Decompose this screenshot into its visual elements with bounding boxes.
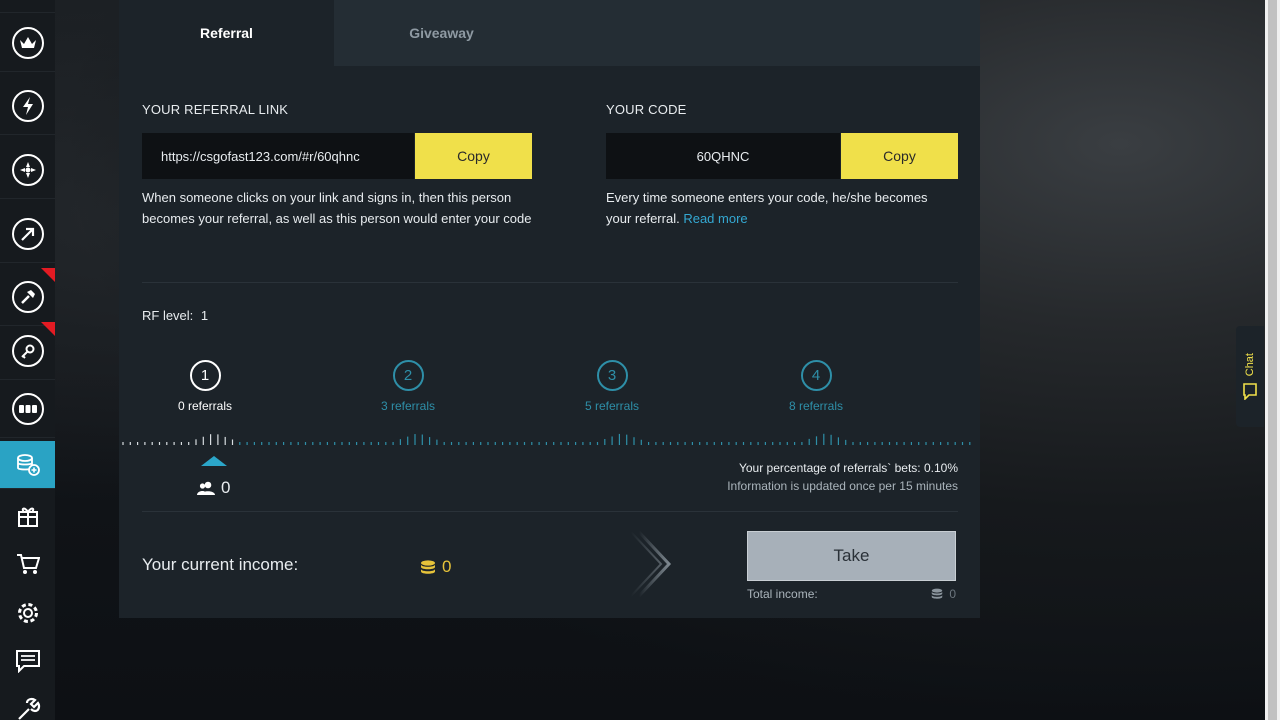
code-heading: YOUR CODE [606, 102, 687, 117]
current-income-value: 0 [442, 557, 452, 576]
sidebar-item-referral[interactable] [0, 441, 55, 489]
sidebar-item-cart[interactable] [0, 540, 55, 588]
referral-count-value: 0 [221, 478, 231, 497]
level-caption: 8 referrals [788, 399, 844, 413]
level-step-4: 4 8 referrals [756, 360, 876, 413]
total-income: Total income: 0 [747, 587, 956, 601]
level-step-2: 2 3 referrals [348, 360, 468, 413]
update-info: Information is updated once per 15 minut… [727, 479, 958, 493]
total-income-label: Total income: [747, 587, 818, 601]
referral-panel: Referral Giveaway YOUR REFERRAL LINK htt… [119, 0, 980, 618]
current-income: 0 [420, 557, 451, 577]
referral-count: 0 [197, 478, 230, 498]
level-caption: 0 referrals [177, 399, 233, 413]
sidebar-item-messages[interactable] [0, 637, 55, 685]
sidebar-item-top[interactable] [0, 0, 55, 13]
level-step-1: 1 0 referrals [145, 360, 265, 413]
level-number: 3 [596, 360, 628, 391]
new-badge-icon [41, 322, 55, 336]
referral-link-field[interactable]: https://csgofast123.com/#r/60qhnc [142, 133, 414, 179]
chat-list-icon [15, 650, 40, 673]
code-description: Every time someone enters your code, he/… [606, 187, 956, 229]
sidebar-item-hammer[interactable] [0, 268, 55, 326]
referral-percentage: Your percentage of referrals` bets: 0.10… [738, 461, 958, 475]
arrow-icon [11, 217, 44, 250]
chat-label: Chat [1244, 352, 1256, 377]
level-number: 4 [800, 360, 832, 391]
users-icon [197, 481, 215, 495]
sidebar-item-settings[interactable] [0, 589, 55, 637]
divider [142, 282, 958, 283]
copy-link-button[interactable]: Copy [415, 133, 532, 179]
lightning-icon [11, 89, 44, 122]
referral-link-description: When someone clicks on your link and sig… [142, 190, 532, 226]
take-button[interactable]: Take [747, 531, 956, 581]
sidebar-item-dots[interactable] [0, 380, 55, 438]
sidebar [0, 0, 55, 720]
sidebar-item-key[interactable] [0, 322, 55, 380]
code-field[interactable]: 60QHNC [606, 133, 840, 179]
gear-icon [17, 603, 38, 623]
level-progress-scale [122, 433, 971, 445]
tab-giveaway[interactable]: Giveaway [334, 0, 549, 66]
coins-add-icon [16, 453, 40, 476]
wrench-icon [17, 697, 40, 720]
gift-icon [17, 507, 38, 527]
level-number: 1 [189, 360, 221, 391]
read-more-link[interactable]: Read more [683, 211, 747, 226]
sidebar-item-gift[interactable] [0, 492, 55, 540]
sidebar-item-fan[interactable] [0, 141, 55, 199]
sidebar-item-tools[interactable] [0, 686, 55, 720]
tab-bar: Referral Giveaway [119, 0, 980, 66]
rf-level: RF level: 1 [142, 308, 208, 323]
level-caption: 5 referrals [584, 399, 640, 413]
chevron-right-icon [631, 530, 672, 598]
rf-level-label: RF level: [142, 308, 194, 323]
scrollbar[interactable] [1265, 0, 1280, 720]
tab-referral[interactable]: Referral [119, 0, 334, 66]
new-badge-icon [41, 268, 55, 282]
scrollbar-thumb[interactable] [1268, 0, 1277, 720]
total-income-value: 0 [949, 587, 956, 601]
hammer-icon [11, 280, 44, 313]
divider [142, 511, 958, 512]
chat-toggle[interactable]: Chat [1236, 326, 1264, 427]
level-step-3: 3 5 referrals [552, 360, 672, 413]
chat-bubble-icon [1243, 383, 1257, 401]
sidebar-item-crown[interactable] [0, 14, 55, 72]
key-icon [11, 334, 44, 367]
dots-icon [11, 392, 44, 425]
referral-link-heading: YOUR REFERRAL LINK [142, 102, 289, 117]
coins-icon [421, 559, 435, 574]
copy-code-button[interactable]: Copy [841, 133, 958, 179]
sidebar-item-arrow[interactable] [0, 205, 55, 263]
current-income-label: Your current income: [142, 555, 299, 574]
fan-icon [11, 153, 44, 186]
level-number: 2 [392, 360, 424, 391]
current-position-marker-icon [201, 456, 227, 466]
sidebar-item-lightning[interactable] [0, 77, 55, 135]
code-description-text: Every time someone enters your code, he/… [606, 190, 928, 226]
crown-icon [11, 26, 44, 59]
level-caption: 3 referrals [380, 399, 436, 413]
rf-level-value: 1 [200, 308, 209, 323]
cart-icon [16, 554, 40, 574]
coins-icon [932, 588, 943, 599]
